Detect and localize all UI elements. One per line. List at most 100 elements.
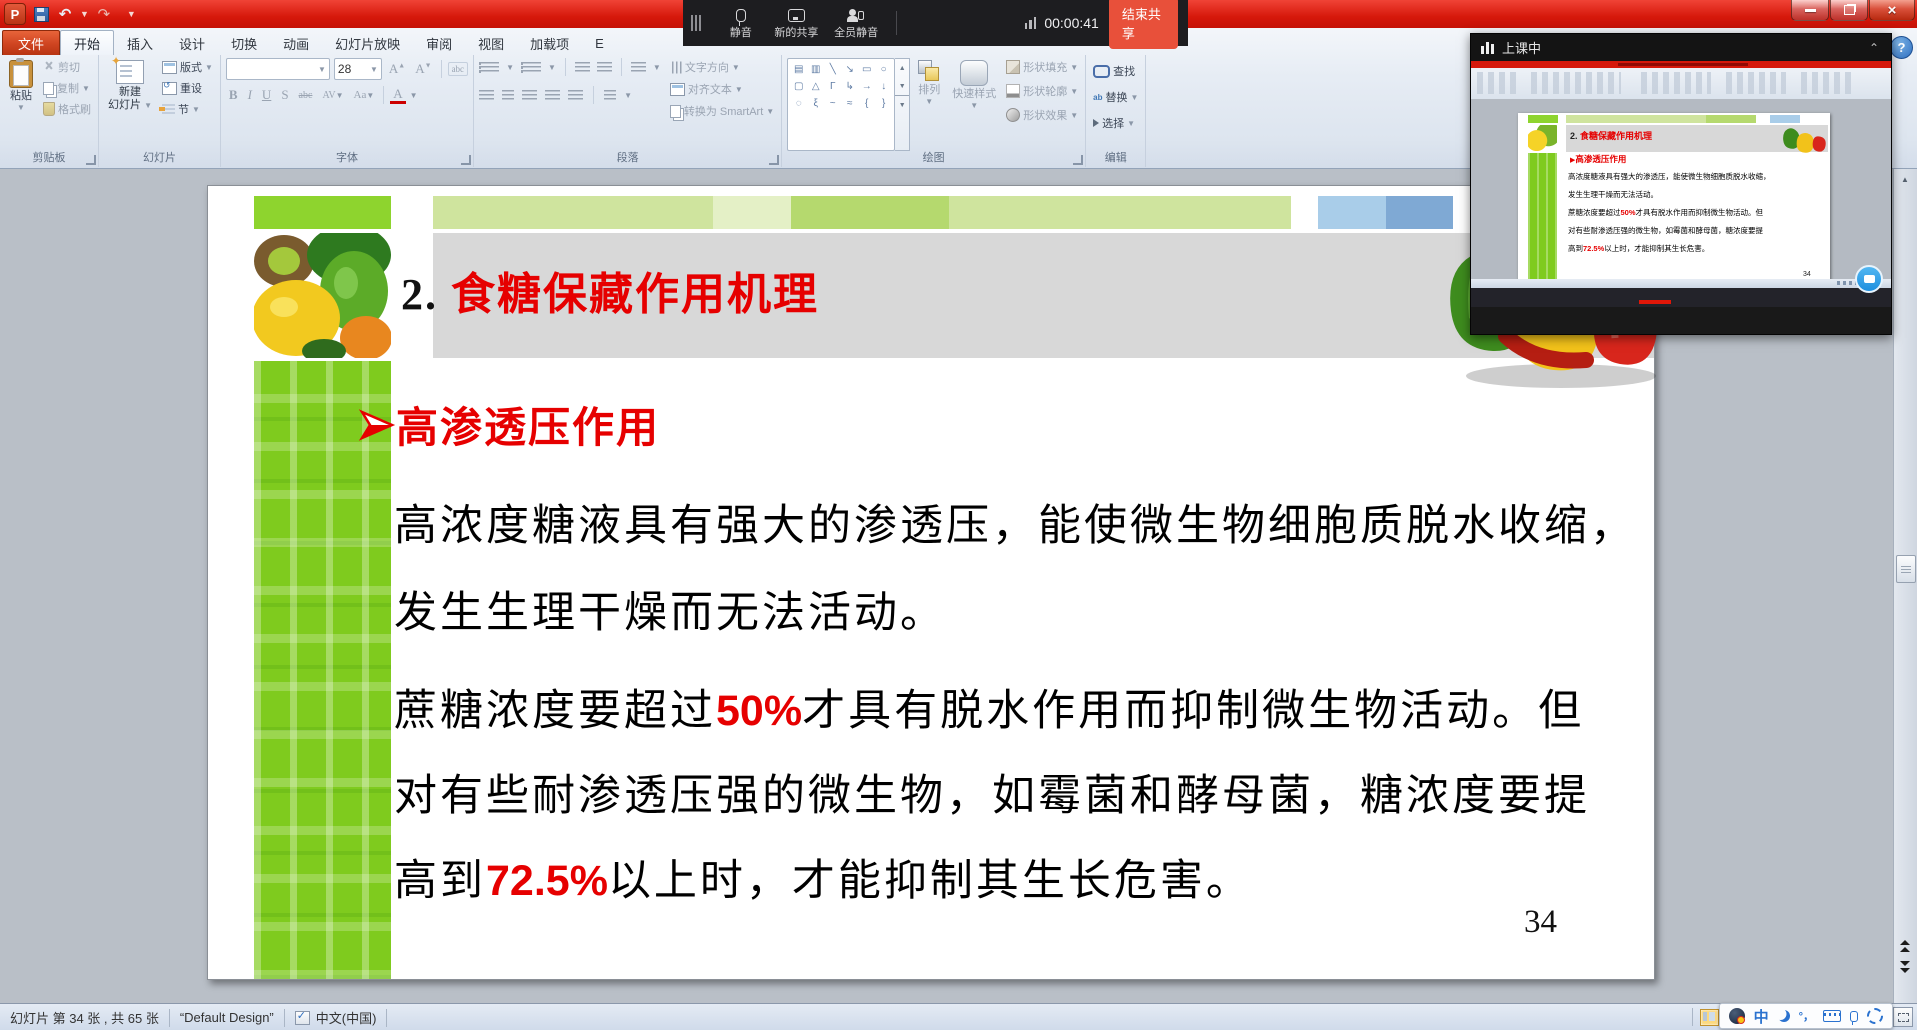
tab-extra[interactable]: E [582, 31, 617, 55]
shape-down-arrow-icon[interactable]: ↓ [881, 81, 886, 92]
powerpoint-logo-icon[interactable]: P [4, 3, 26, 25]
next-slide-button[interactable] [1897, 958, 1913, 975]
tab-design[interactable]: 设计 [166, 31, 218, 55]
body-line-1[interactable]: 高浓度糖液具有强大的渗透压，能使微生物细胞质脱水收缩， [394, 491, 1636, 553]
punctuation-icon[interactable]: °， [1799, 1008, 1814, 1024]
shape-elbow-icon[interactable]: Γ [830, 81, 836, 92]
bullets-icon[interactable] [479, 62, 499, 73]
underline-button[interactable]: U [259, 86, 274, 104]
tab-insert[interactable]: 插入 [114, 31, 166, 55]
shape-roundrect-icon[interactable]: ▢ [794, 81, 803, 92]
slide-34[interactable]: 2. 食糖保藏作用机理 高渗透压作用 高浓度糖液具有强大的渗透压，能使微生物细胞… [207, 185, 1655, 980]
tab-home[interactable]: 开始 [60, 30, 114, 55]
shape-right-arrow-icon[interactable]: → [862, 81, 872, 92]
mute-all-button[interactable]: 全员静音 [826, 7, 886, 40]
body-line-4[interactable]: 对有些耐渗透压强的微生物，如霉菌和酵母菌，糖浓度要提 [394, 761, 1590, 823]
char-spacing-button[interactable]: AV▼ [319, 89, 346, 102]
font-name-combo[interactable]: ▼ [226, 58, 330, 80]
class-panel[interactable]: 上课中 ⌃ [1470, 33, 1892, 335]
shape-brace-right-icon[interactable]: } [882, 98, 885, 109]
ime-microphone-icon[interactable] [1850, 1011, 1858, 1022]
moon-icon[interactable] [1778, 1010, 1790, 1022]
language-indicator[interactable]: 中文(中国) [285, 1008, 387, 1027]
shape-outline-button[interactable]: 形状轮廓▼ [1004, 82, 1080, 100]
shape-curve-icon[interactable]: ≈ [847, 98, 853, 109]
copy-button[interactable]: 复制▼ [41, 79, 93, 97]
gear-icon[interactable] [1867, 1008, 1883, 1024]
drag-handle[interactable] [691, 15, 701, 31]
shape-scribble-icon[interactable]: ξ [813, 98, 817, 109]
line-spacing-icon[interactable] [631, 62, 646, 73]
paste-button[interactable]: 粘贴 ▼ [5, 58, 37, 151]
slide-subtitle[interactable]: 高渗透压作用 [358, 394, 660, 455]
slide-title[interactable]: 2. 食糖保藏作用机理 [401, 258, 819, 322]
clipboard-dialog-launcher[interactable] [86, 155, 96, 165]
font-color-button[interactable]: A [390, 87, 405, 104]
keyboard-icon[interactable] [1823, 1010, 1841, 1022]
shape-effects-button[interactable]: 形状效果▼ [1004, 106, 1080, 124]
increase-indent-icon[interactable] [597, 62, 612, 73]
close-button[interactable]: × [1869, 0, 1915, 21]
shape-triangle-icon[interactable]: △ [812, 81, 820, 92]
font-dialog-launcher[interactable] [461, 155, 471, 165]
shape-freeform-icon[interactable]: ◌ [796, 98, 802, 109]
clear-formatting-button[interactable]: abc [448, 62, 469, 76]
font-size-combo[interactable]: 28▼ [334, 58, 382, 80]
numbering-icon[interactable] [521, 62, 541, 73]
gallery-more-icon[interactable]: ▼ [895, 95, 909, 114]
shadow-button[interactable]: S [278, 86, 291, 104]
shape-vtextbox-icon[interactable]: ▥ [811, 64, 820, 75]
bold-button[interactable]: B [226, 86, 241, 104]
section-button[interactable]: 节▼ [160, 100, 215, 118]
scrollbar-thumb[interactable] [1896, 555, 1916, 583]
theme-name[interactable]: “Default Design” [170, 1010, 284, 1025]
body-line-2[interactable]: 发生生理干燥而无法活动。 [394, 578, 946, 640]
tab-addins[interactable]: 加载项 [517, 31, 582, 55]
new-share-button[interactable]: 新的共享 [766, 6, 826, 40]
help-button[interactable]: ? [1890, 36, 1913, 59]
tab-review[interactable]: 审阅 [413, 31, 465, 55]
text-direction-button[interactable]: 文字方向▼ [668, 58, 776, 76]
body-line-3[interactable]: 蔗糖浓度要超过50%才具有脱水作用而抑制微生物活动。但 [394, 676, 1584, 738]
shape-line-icon[interactable]: ╲ [830, 64, 836, 75]
undo-button[interactable]: ↶ [56, 5, 74, 23]
distribute-icon[interactable] [568, 90, 583, 101]
format-painter-button[interactable]: 格式刷 [41, 100, 93, 118]
decrease-indent-icon[interactable] [575, 62, 590, 73]
chevron-up-icon[interactable]: ⌃ [1869, 41, 1879, 55]
minimize-button[interactable] [1791, 0, 1829, 21]
tab-slideshow[interactable]: 幻灯片放映 [322, 31, 413, 55]
mute-button[interactable]: 静音 [715, 7, 766, 40]
gallery-down-icon[interactable]: ▼ [895, 77, 909, 95]
camera-button[interactable] [1855, 265, 1883, 293]
columns-icon[interactable] [604, 90, 616, 101]
redo-button[interactable]: ↷ [95, 5, 113, 23]
previous-slide-button[interactable] [1897, 937, 1913, 954]
layout-button[interactable]: 版式▼ [160, 58, 215, 76]
save-button[interactable] [32, 5, 50, 23]
body-line-5[interactable]: 高到72.5%以上时，才能抑制其生长危害。 [394, 846, 1252, 908]
cut-button[interactable]: 剪切 [41, 58, 93, 76]
shape-textbox-icon[interactable]: ▤ [794, 64, 803, 75]
shape-fill-button[interactable]: 形状填充▼ [1004, 58, 1080, 76]
smartart-button[interactable]: 转换为 SmartArt▼ [668, 102, 776, 120]
fit-window-button[interactable] [1893, 1007, 1913, 1027]
grow-font-button[interactable]: A▲ [386, 60, 408, 78]
shapes-gallery[interactable]: ▤▥ ╲↘ ▭○ ▢△ Γ↳ →↓ ◌ξ ~≈ {} [787, 58, 895, 151]
sogou-logo-icon[interactable] [1729, 1008, 1745, 1024]
tab-animations[interactable]: 动画 [270, 31, 322, 55]
normal-view-button[interactable] [1700, 1009, 1719, 1026]
italic-button[interactable]: I [245, 86, 255, 104]
shape-brace-left-icon[interactable]: { [865, 98, 868, 109]
align-center-icon[interactable] [502, 90, 514, 101]
align-text-button[interactable]: 对齐文本▼ [668, 80, 776, 98]
qat-customize-icon[interactable]: ▼ [127, 9, 136, 19]
scroll-up-arrow[interactable]: ▲ [1897, 172, 1913, 187]
tab-view[interactable]: 视图 [465, 31, 517, 55]
justify-icon[interactable] [545, 90, 560, 101]
find-button[interactable]: 查找 [1091, 62, 1140, 80]
quick-styles-button[interactable]: 快速样式 ▼ [948, 58, 1000, 151]
shape-oval-icon[interactable]: ○ [881, 64, 887, 75]
shape-elbow-arrow-icon[interactable]: ↳ [846, 81, 854, 92]
vertical-scrollbar[interactable]: ▲ [1893, 169, 1917, 1003]
